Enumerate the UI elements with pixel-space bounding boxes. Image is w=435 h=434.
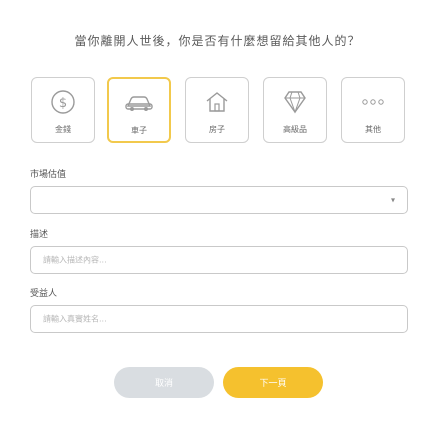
category-luxury-button[interactable]: 高級品 <box>263 77 327 143</box>
diamond-icon <box>280 88 310 116</box>
description-input[interactable]: 請輸入描述內容... <box>30 246 408 274</box>
beneficiary-input[interactable]: 請輸入真實姓名... <box>30 305 408 333</box>
beneficiary-placeholder: 請輸入真實姓名... <box>43 314 107 324</box>
market-value-select[interactable]: ▾ <box>30 186 408 214</box>
next-page-button[interactable]: 下一頁 <box>223 367 323 398</box>
dollar-coin-icon: $ <box>48 88 78 116</box>
chevron-down-icon: ▾ <box>390 195 395 205</box>
svg-text:$: $ <box>59 96 67 111</box>
dialog-title: 當你離開人世後，你是否有什麼想留給其他人的？ <box>74 34 361 48</box>
category-car-label: 車子 <box>131 126 147 135</box>
category-luxury-label: 高級品 <box>283 125 307 134</box>
category-house-label: 房子 <box>209 125 225 134</box>
more-dots-icon <box>358 88 388 116</box>
market-value-label: 市場估值 <box>30 170 67 180</box>
car-icon <box>124 89 154 117</box>
category-other-label: 其他 <box>365 125 381 134</box>
beneficiary-label: 受益人 <box>30 289 58 299</box>
house-icon <box>202 88 232 116</box>
cancel-button[interactable]: 取消 <box>114 367 214 398</box>
category-money-button[interactable]: $ 金錢 <box>31 77 95 143</box>
category-money-label: 金錢 <box>55 125 71 134</box>
description-label: 描述 <box>30 230 49 240</box>
description-placeholder: 請輸入描述內容... <box>43 255 107 265</box>
category-car-button[interactable]: 車子 <box>107 77 171 143</box>
category-other-button[interactable]: 其他 <box>341 77 405 143</box>
category-house-button[interactable]: 房子 <box>185 77 249 143</box>
